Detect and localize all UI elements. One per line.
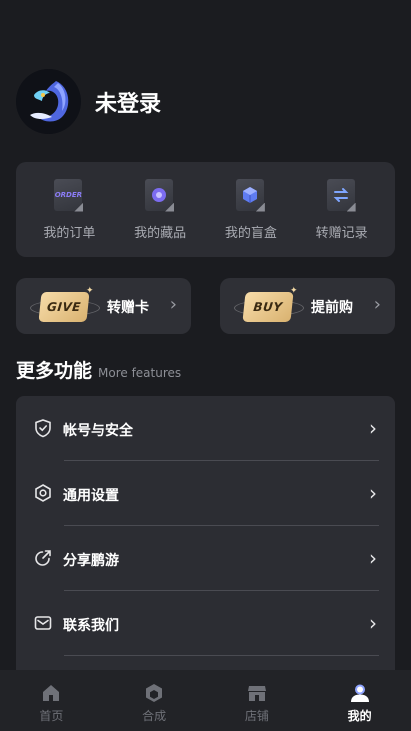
more-features-heading: 更多功能 More features xyxy=(16,356,181,383)
tab-home[interactable]: 首页 xyxy=(0,670,103,731)
dragon-logo-icon xyxy=(16,69,81,134)
divider xyxy=(64,655,379,656)
chevron-right-icon: › xyxy=(373,294,381,315)
tab-label: 合成 xyxy=(142,709,167,723)
pre-purchase-label: 提前购 xyxy=(311,300,353,316)
tab-profile[interactable]: 我的 xyxy=(308,670,411,731)
give-card-button[interactable]: GIVE ✦ 转赠卡 › xyxy=(16,278,191,334)
buy-badge-text: BUY xyxy=(252,300,284,314)
menu-item-contact-us[interactable]: 联系我们 › xyxy=(16,591,395,656)
chevron-right-icon: › xyxy=(369,546,377,570)
pre-purchase-button[interactable]: BUY ✦ 提前购 › xyxy=(220,278,395,334)
menu-item-label: 分享鹏游 xyxy=(63,553,119,569)
chevron-right-icon: › xyxy=(169,294,177,315)
my-collection-button[interactable]: 我的藏品 xyxy=(116,178,204,241)
home-icon xyxy=(43,685,60,701)
mail-icon xyxy=(34,616,52,630)
menu-item-general-settings[interactable]: 通用设置 › xyxy=(16,461,395,526)
order-icon: ORDER xyxy=(52,178,86,213)
quick-actions-panel: ORDER 我的订单 我的藏品 我的盲盒 转赠记录 xyxy=(16,162,395,257)
tab-compose[interactable]: 合成 xyxy=(103,670,206,731)
section-title-en: More features xyxy=(98,366,182,380)
store-icon xyxy=(247,686,266,701)
order-badge-text: ORDER xyxy=(54,190,83,199)
bottom-tab-bar: 首页 合成 店铺 我的 xyxy=(0,670,411,731)
username: 未登录 xyxy=(95,91,162,117)
menu-item-label: 帐号与安全 xyxy=(63,423,133,439)
tab-label: 店铺 xyxy=(244,709,269,723)
share-icon xyxy=(35,550,51,566)
my-blind-box-button[interactable]: 我的盲盒 xyxy=(207,178,295,241)
buy-ticket-icon: BUY xyxy=(242,292,294,322)
my-collection-label: 我的藏品 xyxy=(134,225,187,241)
sparkle-icon: ✦ xyxy=(290,286,298,296)
blind-box-icon xyxy=(234,178,268,213)
shield-icon xyxy=(35,419,51,438)
transfer-records-button[interactable]: 转赠记录 xyxy=(298,178,386,241)
my-orders-label: 我的订单 xyxy=(43,225,96,241)
my-blind-box-label: 我的盲盒 xyxy=(224,225,277,241)
menu-item-label: 联系我们 xyxy=(63,618,119,634)
give-card-label: 转赠卡 xyxy=(107,300,149,316)
my-orders-button[interactable]: ORDER 我的订单 xyxy=(25,178,113,241)
transfer-icon xyxy=(325,178,359,213)
chevron-right-icon: › xyxy=(369,416,377,440)
tab-store[interactable]: 店铺 xyxy=(206,670,309,731)
menu-item-share[interactable]: 分享鹏游 › xyxy=(16,526,395,591)
collection-icon xyxy=(143,178,177,213)
chevron-right-icon: › xyxy=(369,611,377,635)
sparkle-icon: ✦ xyxy=(86,286,94,296)
more-features-menu: 帐号与安全 › 通用设置 › 分享鹏游 › 联系我们 › xyxy=(16,396,395,696)
tab-label: 我的 xyxy=(347,709,372,723)
compose-icon xyxy=(146,684,163,702)
menu-item-account-security[interactable]: 帐号与安全 › xyxy=(16,396,395,461)
settings-hexagon-icon xyxy=(35,484,51,502)
give-badge-text: GIVE xyxy=(46,300,82,314)
chevron-right-icon: › xyxy=(369,481,377,505)
section-title-cn: 更多功能 xyxy=(16,360,93,382)
transfer-records-label: 转赠记录 xyxy=(315,225,368,241)
menu-item-label: 通用设置 xyxy=(63,488,119,504)
profile-icon xyxy=(350,684,369,702)
avatar[interactable] xyxy=(16,69,81,134)
profile-header[interactable]: 未登录 xyxy=(16,69,161,134)
tab-label: 首页 xyxy=(39,709,64,723)
give-ticket-icon: GIVE xyxy=(38,292,90,322)
